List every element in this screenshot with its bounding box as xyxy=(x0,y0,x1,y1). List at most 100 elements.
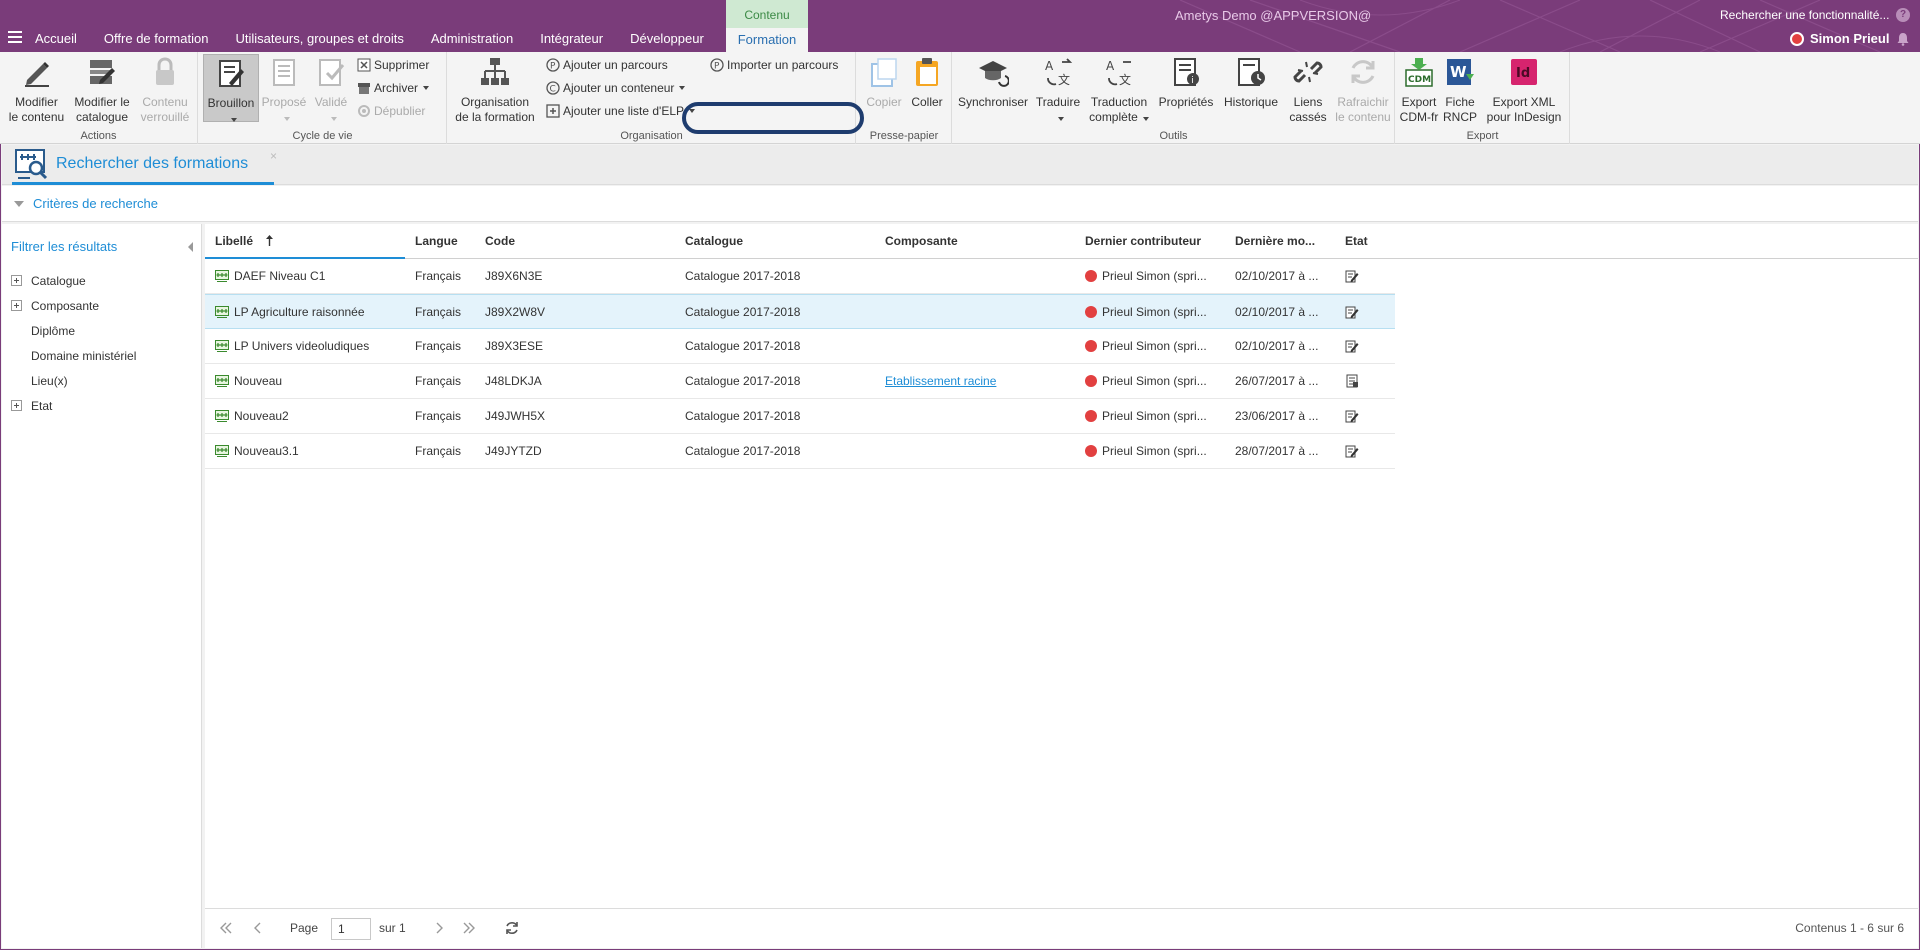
draft-button[interactable]: Brouillon xyxy=(203,54,259,122)
feature-search-input[interactable]: Rechercher une fonctionnalité... xyxy=(1720,8,1889,22)
composante-link[interactable]: Etablissement racine xyxy=(875,364,1075,399)
column-header-catalogue[interactable]: Catalogue xyxy=(675,224,875,259)
contributor-avatar-icon xyxy=(1085,375,1097,387)
svg-text:P: P xyxy=(550,62,556,72)
filter-item[interactable]: Catalogue xyxy=(2,268,201,293)
refresh-content-button[interactable]: Rafraichir le contenu xyxy=(1333,56,1393,125)
collapse-left-icon[interactable] xyxy=(188,242,193,252)
filter-item-label: Composante xyxy=(31,298,100,313)
cell-catalogue: Catalogue 2017-2018 xyxy=(685,374,801,388)
tab-administration[interactable]: Administration xyxy=(431,31,513,47)
row-title: Nouveau3.1 xyxy=(234,444,299,458)
archive-button[interactable]: Archiver xyxy=(357,81,430,95)
table-row[interactable]: Nouveau Français J48LDKJA Catalogue 2017-20… xyxy=(205,364,1395,399)
broken-links-button[interactable]: Liens cassés xyxy=(1285,56,1331,125)
last-page-icon[interactable] xyxy=(462,921,476,935)
modify-catalog-button[interactable]: Modifier le catalogue xyxy=(70,56,134,125)
refresh-icon[interactable] xyxy=(505,921,519,935)
cell-libelle: Nouveau2 xyxy=(205,399,405,434)
cell-catalogue: Catalogue 2017-2018 xyxy=(685,339,801,353)
add-path-button[interactable]: P Ajouter un parcours xyxy=(546,58,668,72)
cell-composante xyxy=(875,295,1075,330)
translate-button[interactable]: A文 Traduire xyxy=(1033,56,1083,125)
page-label: Page xyxy=(290,921,319,935)
cell-langue: Français xyxy=(415,374,462,388)
modify-content-button[interactable]: Modifier le contenu xyxy=(5,56,68,125)
unpublish-icon xyxy=(358,105,370,117)
copy-button[interactable]: Copier xyxy=(864,56,904,110)
filter-item[interactable]: Lieu(x) xyxy=(2,368,201,393)
close-tab-icon[interactable]: × xyxy=(270,149,277,163)
previous-page-icon[interactable] xyxy=(251,921,265,935)
column-header-contributeur[interactable]: Dernier contributeur xyxy=(1075,224,1225,259)
expand-plus-icon[interactable] xyxy=(11,275,22,286)
export-cdm-button[interactable]: CDM Export CDM-fr xyxy=(1398,56,1440,125)
delete-icon xyxy=(357,58,371,72)
main-menu-icon[interactable] xyxy=(8,31,22,43)
tab-offre-formation[interactable]: Offre de formation xyxy=(104,31,209,47)
column-header-code[interactable]: Code xyxy=(475,224,675,259)
history-button[interactable]: Historique xyxy=(1220,56,1282,110)
filter-item[interactable]: Diplôme xyxy=(2,318,201,343)
table-row[interactable]: LP Agriculture raisonnée Français J89X2W8V… xyxy=(205,294,1395,329)
add-elp-list-button[interactable]: Ajouter une liste d'ELP xyxy=(546,104,696,118)
cell-catalogue: Catalogue 2017-2018 xyxy=(685,269,801,283)
tab-formation[interactable]: Formation xyxy=(726,28,808,52)
full-translation-button[interactable]: A文 Traduction complète xyxy=(1086,56,1152,125)
column-header-langue[interactable]: Langue xyxy=(405,224,475,259)
column-header-etat[interactable]: Etat xyxy=(1335,224,1395,259)
cell-etat xyxy=(1335,329,1395,364)
add-container-button[interactable]: C Ajouter un conteneur xyxy=(546,81,686,95)
column-header-composante[interactable]: Composante xyxy=(875,224,1075,259)
cell-composante xyxy=(875,399,1075,434)
filter-header: Filtrer les résultats xyxy=(2,224,201,268)
unpublish-button[interactable]: Dépublier xyxy=(357,104,425,118)
filter-item-label: Lieu(x) xyxy=(31,373,68,388)
filter-item[interactable]: Domaine ministériel xyxy=(2,343,201,368)
row-title: LP Univers videoludiques xyxy=(234,339,370,353)
tab-integrateur[interactable]: Intégrateur xyxy=(540,31,603,47)
expand-plus-icon[interactable] xyxy=(11,400,22,411)
import-path-button[interactable]: P Importer un parcours xyxy=(710,58,838,72)
paste-button[interactable]: Coller xyxy=(907,56,947,110)
proposed-button[interactable]: Proposé xyxy=(261,56,307,125)
user-menu[interactable]: Simon Prieul xyxy=(1790,31,1889,46)
tab-developpeur[interactable]: Développeur xyxy=(630,31,704,47)
delete-button[interactable]: Supprimer xyxy=(357,58,429,72)
program-icon xyxy=(215,410,229,422)
svg-text:A: A xyxy=(1106,59,1115,73)
table-row[interactable]: Nouveau3.1 Français J49JYTZD Catalogue 2017… xyxy=(205,434,1395,469)
organisation-button[interactable]: Organisation de la formation xyxy=(451,56,539,125)
svg-text:i: i xyxy=(1191,76,1194,86)
export-indesign-button[interactable]: Id Export XML pour InDesign xyxy=(1480,56,1568,125)
ribbon-group-export: CDM Export CDM-fr W Fiche RNCP Id Export… xyxy=(1396,52,1570,144)
rncp-sheet-button[interactable]: W Fiche RNCP xyxy=(1442,56,1478,125)
properties-button[interactable]: i Propriétés xyxy=(1155,56,1217,110)
table-row[interactable]: Nouveau2 Français J49JWH5X Catalogue 2017-2… xyxy=(205,399,1395,434)
filter-item[interactable]: Composante xyxy=(2,293,201,318)
tab-search-formations[interactable]: Rechercher des formations × xyxy=(12,145,277,185)
document-state-icon xyxy=(1346,374,1358,388)
table-row[interactable]: LP Univers videoludiques Français J89X3ESE… xyxy=(205,329,1395,364)
cell-catalogue: Catalogue 2017-2018 xyxy=(685,305,801,319)
bell-icon[interactable] xyxy=(1896,32,1910,46)
search-formations-icon xyxy=(15,148,48,179)
next-page-icon[interactable] xyxy=(432,921,446,935)
first-page-icon[interactable] xyxy=(219,921,233,935)
tab-accueil[interactable]: Accueil xyxy=(35,31,77,47)
column-header-libelle[interactable]: Libellé xyxy=(205,224,405,259)
search-criteria-toggle[interactable]: Critères de recherche xyxy=(2,186,1918,222)
help-icon[interactable]: ? xyxy=(1896,8,1910,22)
table-row[interactable]: DAEF Niveau C1 Français J89X6N3E Catalogue … xyxy=(205,259,1395,294)
expand-plus-icon[interactable] xyxy=(11,300,22,311)
context-group-label: Contenu xyxy=(726,0,808,28)
contributor-avatar-icon xyxy=(1085,410,1097,422)
column-header-modification[interactable]: Dernière mo... xyxy=(1225,224,1335,259)
validated-button[interactable]: Validé xyxy=(309,56,353,125)
filter-item[interactable]: Etat xyxy=(2,393,201,418)
locked-content-button[interactable]: Contenu verrouillé xyxy=(136,56,194,125)
cdm-icon: CDM xyxy=(1405,58,1433,87)
tab-utilisateurs[interactable]: Utilisateurs, groupes et droits xyxy=(235,31,403,47)
synchronize-button[interactable]: Synchroniser xyxy=(955,56,1031,110)
page-number-input[interactable]: 1 xyxy=(331,918,371,940)
